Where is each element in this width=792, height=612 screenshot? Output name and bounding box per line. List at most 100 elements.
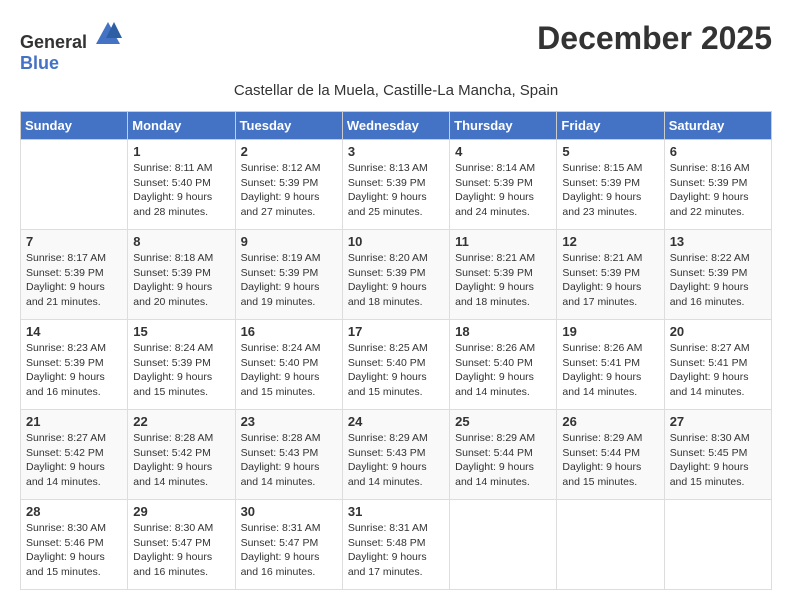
calendar-cell: 8Sunrise: 8:18 AMSunset: 5:39 PMDaylight… bbox=[128, 230, 235, 320]
calendar-cell: 14 Sunrise: 8:23 AMSunset: 5:39 PMDayligh… bbox=[21, 320, 128, 410]
day-info: Sunrise: 8:11 AMSunset: 5:40 PMDaylight:… bbox=[133, 161, 229, 220]
calendar-cell: 23Sunrise: 8:28 AMSunset: 5:43 PMDayligh… bbox=[235, 410, 342, 500]
day-info: Sunrise: 8:23 AMSunset: 5:39 PMDaylight:… bbox=[26, 341, 122, 400]
day-number: 25 bbox=[455, 414, 551, 429]
day-number: 10 bbox=[348, 234, 444, 249]
day-number: 4 bbox=[455, 144, 551, 159]
calendar-week-row: 28Sunrise: 8:30 AMSunset: 5:46 PMDayligh… bbox=[21, 500, 772, 590]
day-number: 7 bbox=[26, 234, 122, 249]
location-subtitle: Castellar de la Muela, Castille-La Manch… bbox=[20, 82, 772, 99]
logo-general: General bbox=[20, 32, 87, 52]
day-number: 13 bbox=[670, 234, 766, 249]
day-number: 27 bbox=[670, 414, 766, 429]
calendar-cell: 15Sunrise: 8:24 AMSunset: 5:39 PMDayligh… bbox=[128, 320, 235, 410]
day-number: 15 bbox=[133, 324, 229, 339]
calendar-cell: 22 Sunrise: 8:28 AMSunset: 5:42 PMDayligh… bbox=[128, 410, 235, 500]
day-number: 31 bbox=[348, 504, 444, 519]
day-info: Sunrise: 8:19 AMSunset: 5:39 PMDaylight:… bbox=[241, 251, 337, 310]
calendar-week-row: 7 Sunrise: 8:17 AMSunset: 5:39 PMDaylight… bbox=[21, 230, 772, 320]
day-number: 30 bbox=[241, 504, 337, 519]
day-number: 19 bbox=[562, 324, 658, 339]
calendar-cell: 5Sunrise: 8:15 AMSunset: 5:39 PMDaylight… bbox=[557, 140, 664, 230]
logo: General Blue bbox=[20, 20, 122, 74]
day-info: Sunrise: 8:29 AMSunset: 5:43 PMDaylight:… bbox=[348, 431, 444, 490]
calendar-cell: 27 Sunrise: 8:30 AMSunset: 5:45 PMDayligh… bbox=[664, 410, 771, 500]
day-number: 22 bbox=[133, 414, 229, 429]
column-header-thursday: Thursday bbox=[450, 112, 557, 140]
day-number: 14 bbox=[26, 324, 122, 339]
calendar-cell: 9 Sunrise: 8:19 AMSunset: 5:39 PMDaylight… bbox=[235, 230, 342, 320]
day-number: 6 bbox=[670, 144, 766, 159]
calendar-cell: 6 Sunrise: 8:16 AMSunset: 5:39 PMDaylight… bbox=[664, 140, 771, 230]
calendar-table: SundayMondayTuesdayWednesdayThursdayFrid… bbox=[20, 111, 772, 590]
calendar-cell: 28Sunrise: 8:30 AMSunset: 5:46 PMDayligh… bbox=[21, 500, 128, 590]
calendar-cell: 26Sunrise: 8:29 AMSunset: 5:44 PMDayligh… bbox=[557, 410, 664, 500]
day-info: Sunrise: 8:17 AMSunset: 5:39 PMDaylight:… bbox=[26, 251, 122, 310]
day-number: 16 bbox=[241, 324, 337, 339]
logo-icon bbox=[94, 20, 122, 48]
calendar-cell bbox=[557, 500, 664, 590]
logo-blue: Blue bbox=[20, 53, 59, 73]
day-info: Sunrise: 8:22 AMSunset: 5:39 PMDaylight:… bbox=[670, 251, 766, 310]
day-info: Sunrise: 8:18 AMSunset: 5:39 PMDaylight:… bbox=[133, 251, 229, 310]
calendar-week-row: 21 Sunrise: 8:27 AMSunset: 5:42 PMDayligh… bbox=[21, 410, 772, 500]
day-number: 26 bbox=[562, 414, 658, 429]
day-number: 20 bbox=[670, 324, 766, 339]
column-header-friday: Friday bbox=[557, 112, 664, 140]
day-number: 12 bbox=[562, 234, 658, 249]
day-info: Sunrise: 8:12 AMSunset: 5:39 PMDaylight:… bbox=[241, 161, 337, 220]
calendar-header-row: SundayMondayTuesdayWednesdayThursdayFrid… bbox=[21, 112, 772, 140]
day-number: 9 bbox=[241, 234, 337, 249]
header: General Blue December 2025 bbox=[20, 20, 772, 74]
calendar-cell bbox=[664, 500, 771, 590]
day-number: 24 bbox=[348, 414, 444, 429]
day-info: Sunrise: 8:30 AMSunset: 5:47 PMDaylight:… bbox=[133, 521, 229, 580]
day-info: Sunrise: 8:13 AMSunset: 5:39 PMDaylight:… bbox=[348, 161, 444, 220]
calendar-cell bbox=[21, 140, 128, 230]
day-number: 3 bbox=[348, 144, 444, 159]
month-year: December 2025 bbox=[537, 20, 772, 57]
calendar-cell: 17 Sunrise: 8:25 AMSunset: 5:40 PMDayligh… bbox=[342, 320, 449, 410]
day-info: Sunrise: 8:25 AMSunset: 5:40 PMDaylight:… bbox=[348, 341, 444, 400]
day-number: 23 bbox=[241, 414, 337, 429]
day-info: Sunrise: 8:28 AMSunset: 5:42 PMDaylight:… bbox=[133, 431, 229, 490]
day-number: 1 bbox=[133, 144, 229, 159]
column-header-tuesday: Tuesday bbox=[235, 112, 342, 140]
day-number: 2 bbox=[241, 144, 337, 159]
day-info: Sunrise: 8:27 AMSunset: 5:41 PMDaylight:… bbox=[670, 341, 766, 400]
day-info: Sunrise: 8:21 AMSunset: 5:39 PMDaylight:… bbox=[562, 251, 658, 310]
day-info: Sunrise: 8:14 AMSunset: 5:39 PMDaylight:… bbox=[455, 161, 551, 220]
calendar-cell: 3 Sunrise: 8:13 AMSunset: 5:39 PMDaylight… bbox=[342, 140, 449, 230]
calendar-week-row: 1 Sunrise: 8:11 AMSunset: 5:40 PMDaylight… bbox=[21, 140, 772, 230]
calendar-cell: 29Sunrise: 8:30 AMSunset: 5:47 PMDayligh… bbox=[128, 500, 235, 590]
calendar-cell: 7 Sunrise: 8:17 AMSunset: 5:39 PMDaylight… bbox=[21, 230, 128, 320]
day-number: 21 bbox=[26, 414, 122, 429]
day-info: Sunrise: 8:27 AMSunset: 5:42 PMDaylight:… bbox=[26, 431, 122, 490]
logo-text: General Blue bbox=[20, 20, 122, 74]
calendar-cell: 16Sunrise: 8:24 AMSunset: 5:40 PMDayligh… bbox=[235, 320, 342, 410]
calendar-cell: 2 Sunrise: 8:12 AMSunset: 5:39 PMDaylight… bbox=[235, 140, 342, 230]
calendar-cell: 31Sunrise: 8:31 AMSunset: 5:48 PMDayligh… bbox=[342, 500, 449, 590]
column-header-sunday: Sunday bbox=[21, 112, 128, 140]
calendar-cell: 18 Sunrise: 8:26 AMSunset: 5:40 PMDayligh… bbox=[450, 320, 557, 410]
day-number: 5 bbox=[562, 144, 658, 159]
day-info: Sunrise: 8:30 AMSunset: 5:45 PMDaylight:… bbox=[670, 431, 766, 490]
calendar-cell: 24 Sunrise: 8:29 AMSunset: 5:43 PMDayligh… bbox=[342, 410, 449, 500]
calendar-cell bbox=[450, 500, 557, 590]
calendar-cell: 25 Sunrise: 8:29 AMSunset: 5:44 PMDayligh… bbox=[450, 410, 557, 500]
calendar-cell: 4 Sunrise: 8:14 AMSunset: 5:39 PMDaylight… bbox=[450, 140, 557, 230]
calendar-cell: 12 Sunrise: 8:21 AMSunset: 5:39 PMDayligh… bbox=[557, 230, 664, 320]
month-year-title: December 2025 bbox=[537, 20, 772, 57]
day-info: Sunrise: 8:29 AMSunset: 5:44 PMDaylight:… bbox=[455, 431, 551, 490]
day-number: 17 bbox=[348, 324, 444, 339]
column-header-wednesday: Wednesday bbox=[342, 112, 449, 140]
day-number: 18 bbox=[455, 324, 551, 339]
day-info: Sunrise: 8:20 AMSunset: 5:39 PMDaylight:… bbox=[348, 251, 444, 310]
day-info: Sunrise: 8:16 AMSunset: 5:39 PMDaylight:… bbox=[670, 161, 766, 220]
day-info: Sunrise: 8:30 AMSunset: 5:46 PMDaylight:… bbox=[26, 521, 122, 580]
calendar-cell: 21 Sunrise: 8:27 AMSunset: 5:42 PMDayligh… bbox=[21, 410, 128, 500]
column-header-monday: Monday bbox=[128, 112, 235, 140]
calendar-cell: 1 Sunrise: 8:11 AMSunset: 5:40 PMDaylight… bbox=[128, 140, 235, 230]
day-info: Sunrise: 8:26 AMSunset: 5:40 PMDaylight:… bbox=[455, 341, 551, 400]
calendar-cell: 30Sunrise: 8:31 AMSunset: 5:47 PMDayligh… bbox=[235, 500, 342, 590]
